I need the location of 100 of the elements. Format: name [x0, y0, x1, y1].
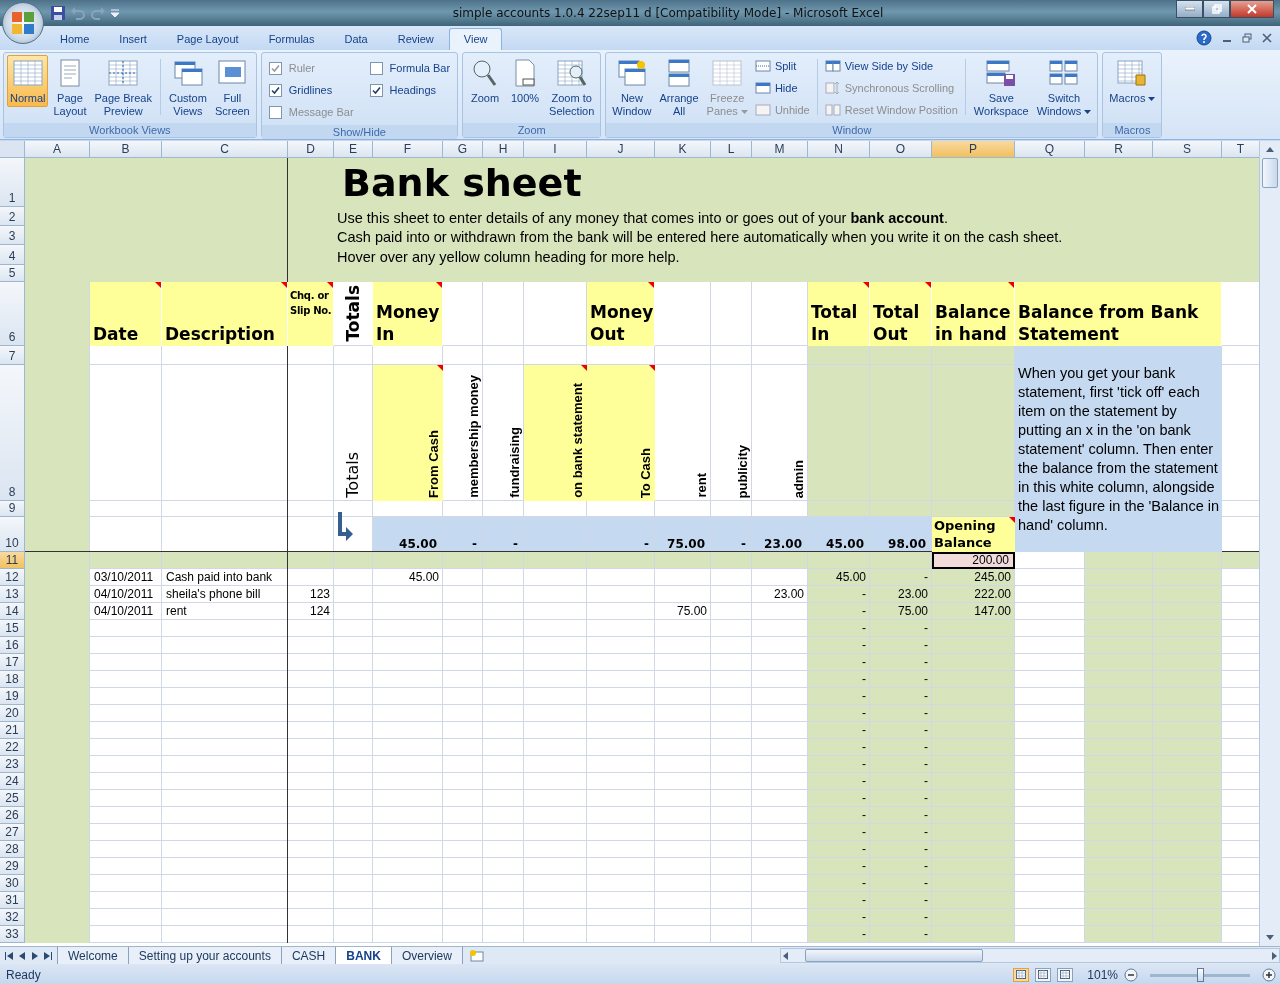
scroll-left-icon[interactable] [781, 950, 791, 961]
row-header[interactable]: 12 [0, 569, 25, 586]
column-header[interactable]: J [587, 141, 655, 158]
row-header[interactable]: 13 [0, 586, 25, 603]
last-sheet-icon[interactable] [43, 950, 53, 961]
ribbon-button[interactable]: Zoom to Selection [546, 55, 598, 120]
column-header[interactable]: I [524, 141, 587, 158]
opening-balance-cell[interactable]: 200.00 [932, 552, 1015, 569]
column-header[interactable]: T [1222, 141, 1259, 158]
normal-view-icon[interactable] [1013, 967, 1030, 982]
scroll-thumb[interactable] [805, 949, 983, 962]
horizontal-scrollbar[interactable] [780, 948, 1280, 963]
column-header[interactable]: K [655, 141, 711, 158]
row-header[interactable]: 5 [0, 265, 25, 282]
row-header[interactable]: 15 [0, 620, 25, 637]
scroll-up-icon[interactable] [1265, 145, 1275, 155]
save-icon[interactable] [50, 5, 66, 21]
page-break-view-icon[interactable] [1057, 967, 1074, 982]
ribbon-button[interactable]: Save Workspace [970, 55, 1032, 120]
row-header[interactable]: 20 [0, 705, 25, 722]
row-header[interactable]: 8 [0, 365, 25, 501]
row-header[interactable]: 10 [0, 517, 25, 552]
column-header[interactable]: R [1085, 141, 1153, 158]
sheet-tab[interactable]: Setting up your accounts [127, 947, 282, 964]
zoom-out-icon[interactable] [1124, 967, 1138, 982]
row-header[interactable]: 23 [0, 756, 25, 773]
row-header[interactable]: 31 [0, 892, 25, 909]
ribbon-button[interactable]: Macros [1106, 55, 1159, 107]
ribbon-button[interactable]: View Side by Side [822, 56, 960, 76]
zoom-slider-thumb[interactable] [1197, 967, 1204, 982]
row-header[interactable]: 9 [0, 501, 25, 517]
row-header[interactable]: 26 [0, 807, 25, 824]
row-header[interactable]: 28 [0, 841, 25, 858]
row-header[interactable]: 11 [0, 552, 25, 569]
row-header[interactable]: 19 [0, 688, 25, 705]
ribbon-checkbox[interactable]: Headings [369, 79, 451, 101]
previous-sheet-icon[interactable] [17, 950, 27, 961]
row-header[interactable]: 16 [0, 637, 25, 654]
ribbon-button[interactable]: Split [752, 56, 812, 76]
next-sheet-icon[interactable] [30, 950, 40, 961]
column-header[interactable]: D [288, 141, 334, 158]
ribbon-button[interactable]: Zoom [466, 55, 505, 107]
column-header[interactable]: A [25, 141, 90, 158]
ribbon-tab[interactable]: Review [382, 28, 449, 50]
column-header[interactable]: M [752, 141, 808, 158]
row-header[interactable]: 24 [0, 773, 25, 790]
row-header[interactable]: 4 [0, 245, 25, 265]
row-header[interactable]: 30 [0, 875, 25, 892]
ribbon-button[interactable]: Switch Windows [1033, 55, 1095, 120]
row-header[interactable]: 22 [0, 739, 25, 756]
row-header[interactable]: 25 [0, 790, 25, 807]
ribbon-tab[interactable]: Home [45, 28, 105, 50]
column-header[interactable]: C [162, 141, 288, 158]
first-sheet-icon[interactable] [4, 950, 14, 961]
column-header[interactable]: L [711, 141, 752, 158]
sheet-tab[interactable]: BANK [335, 947, 392, 964]
ribbon-button[interactable]: Normal [7, 55, 49, 107]
ribbon-tab[interactable]: Insert [104, 28, 162, 50]
column-header[interactable]: B [90, 141, 162, 158]
column-header[interactable]: S [1153, 141, 1222, 158]
ribbon-button[interactable]: 100% [506, 55, 545, 107]
scroll-thumb[interactable] [1262, 158, 1278, 188]
sheet-tab[interactable]: CASH [280, 947, 337, 964]
row-header[interactable]: 3 [0, 226, 25, 245]
row-header[interactable]: 33 [0, 926, 25, 943]
row-header[interactable]: 2 [0, 207, 25, 226]
column-header[interactable]: N [808, 141, 870, 158]
customize-caret-icon[interactable] [110, 8, 120, 18]
scroll-down-icon[interactable] [1265, 932, 1275, 942]
ribbon-button[interactable]: Arrange All [656, 55, 702, 120]
column-header[interactable]: P [932, 141, 1015, 158]
ribbon-tab[interactable]: Formulas [253, 28, 330, 50]
row-header[interactable]: 6 [0, 282, 25, 346]
column-header[interactable]: E [334, 141, 373, 158]
ribbon-button[interactable]: Page Layout [50, 55, 90, 120]
row-header[interactable]: 17 [0, 654, 25, 671]
vertical-scrollbar[interactable] [1259, 141, 1280, 946]
zoom-in-icon[interactable] [1262, 967, 1276, 982]
office-button[interactable] [2, 2, 44, 44]
zoom-level[interactable]: 101% [1087, 967, 1118, 982]
restore-button[interactable] [1203, 0, 1230, 18]
row-header[interactable]: 27 [0, 824, 25, 841]
column-header[interactable]: F [373, 141, 443, 158]
row-header[interactable]: 21 [0, 722, 25, 739]
scroll-right-icon[interactable] [1269, 950, 1279, 961]
column-header[interactable]: Q [1015, 141, 1085, 158]
restore-icon[interactable] [1242, 33, 1252, 43]
column-header[interactable]: G [443, 141, 483, 158]
column-header[interactable]: O [870, 141, 932, 158]
close-button[interactable] [1230, 0, 1274, 18]
sheet-tab[interactable]: Welcome [57, 947, 129, 964]
row-header[interactable]: 18 [0, 671, 25, 688]
sheet-tab[interactable]: Overview [390, 947, 463, 964]
page-layout-view-icon[interactable] [1035, 967, 1052, 982]
row-header[interactable]: 32 [0, 909, 25, 926]
row-header[interactable]: 1 [0, 158, 25, 207]
ribbon-tab[interactable]: View [448, 28, 503, 50]
column-header[interactable]: H [483, 141, 524, 158]
row-header[interactable]: 14 [0, 603, 25, 620]
ribbon-button[interactable]: Full Screen [211, 55, 253, 120]
